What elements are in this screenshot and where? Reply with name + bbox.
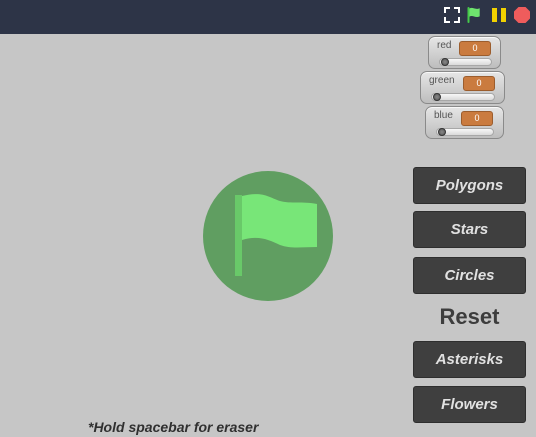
blue-slider-label: blue xyxy=(434,110,453,121)
spacebar-eraser-hint: *Hold spacebar for eraser xyxy=(88,419,259,435)
blue-slider-handle[interactable] xyxy=(438,128,446,136)
green-slider-label: green xyxy=(429,75,455,86)
circles-button[interactable]: Circles xyxy=(413,257,526,294)
polygons-button[interactable]: Polygons xyxy=(413,167,526,204)
blue-slider-monitor[interactable]: blue 0 xyxy=(425,106,504,139)
green-flag-icon xyxy=(235,194,317,276)
red-slider-monitor[interactable]: red 0 xyxy=(428,36,501,69)
stars-button[interactable]: Stars xyxy=(413,211,526,248)
project-stage[interactable]: red 0 green 0 blue 0 Polygons Stars Circ… xyxy=(0,34,536,437)
stop-icon[interactable] xyxy=(513,6,531,24)
scratch-project-player: red 0 green 0 blue 0 Polygons Stars Circ… xyxy=(0,0,536,437)
red-slider-track[interactable] xyxy=(439,58,492,66)
reset-button[interactable]: Reset xyxy=(413,304,526,330)
red-slider-value: 0 xyxy=(459,41,491,56)
top-toolbar xyxy=(0,0,536,34)
green-flag-icon[interactable] xyxy=(466,6,484,24)
fullscreen-icon[interactable] xyxy=(443,6,461,24)
green-flag-start-overlay[interactable] xyxy=(203,171,333,301)
green-slider-track[interactable] xyxy=(431,93,495,101)
blue-slider-value: 0 xyxy=(461,111,493,126)
asterisks-button[interactable]: Asterisks xyxy=(413,341,526,378)
green-slider-value: 0 xyxy=(463,76,495,91)
green-slider-monitor[interactable]: green 0 xyxy=(420,71,505,104)
blue-slider-track[interactable] xyxy=(436,128,494,136)
flowers-button[interactable]: Flowers xyxy=(413,386,526,423)
red-slider-label: red xyxy=(437,40,452,51)
red-slider-handle[interactable] xyxy=(441,58,449,66)
green-slider-handle[interactable] xyxy=(433,93,441,101)
pause-icon[interactable] xyxy=(490,6,508,24)
